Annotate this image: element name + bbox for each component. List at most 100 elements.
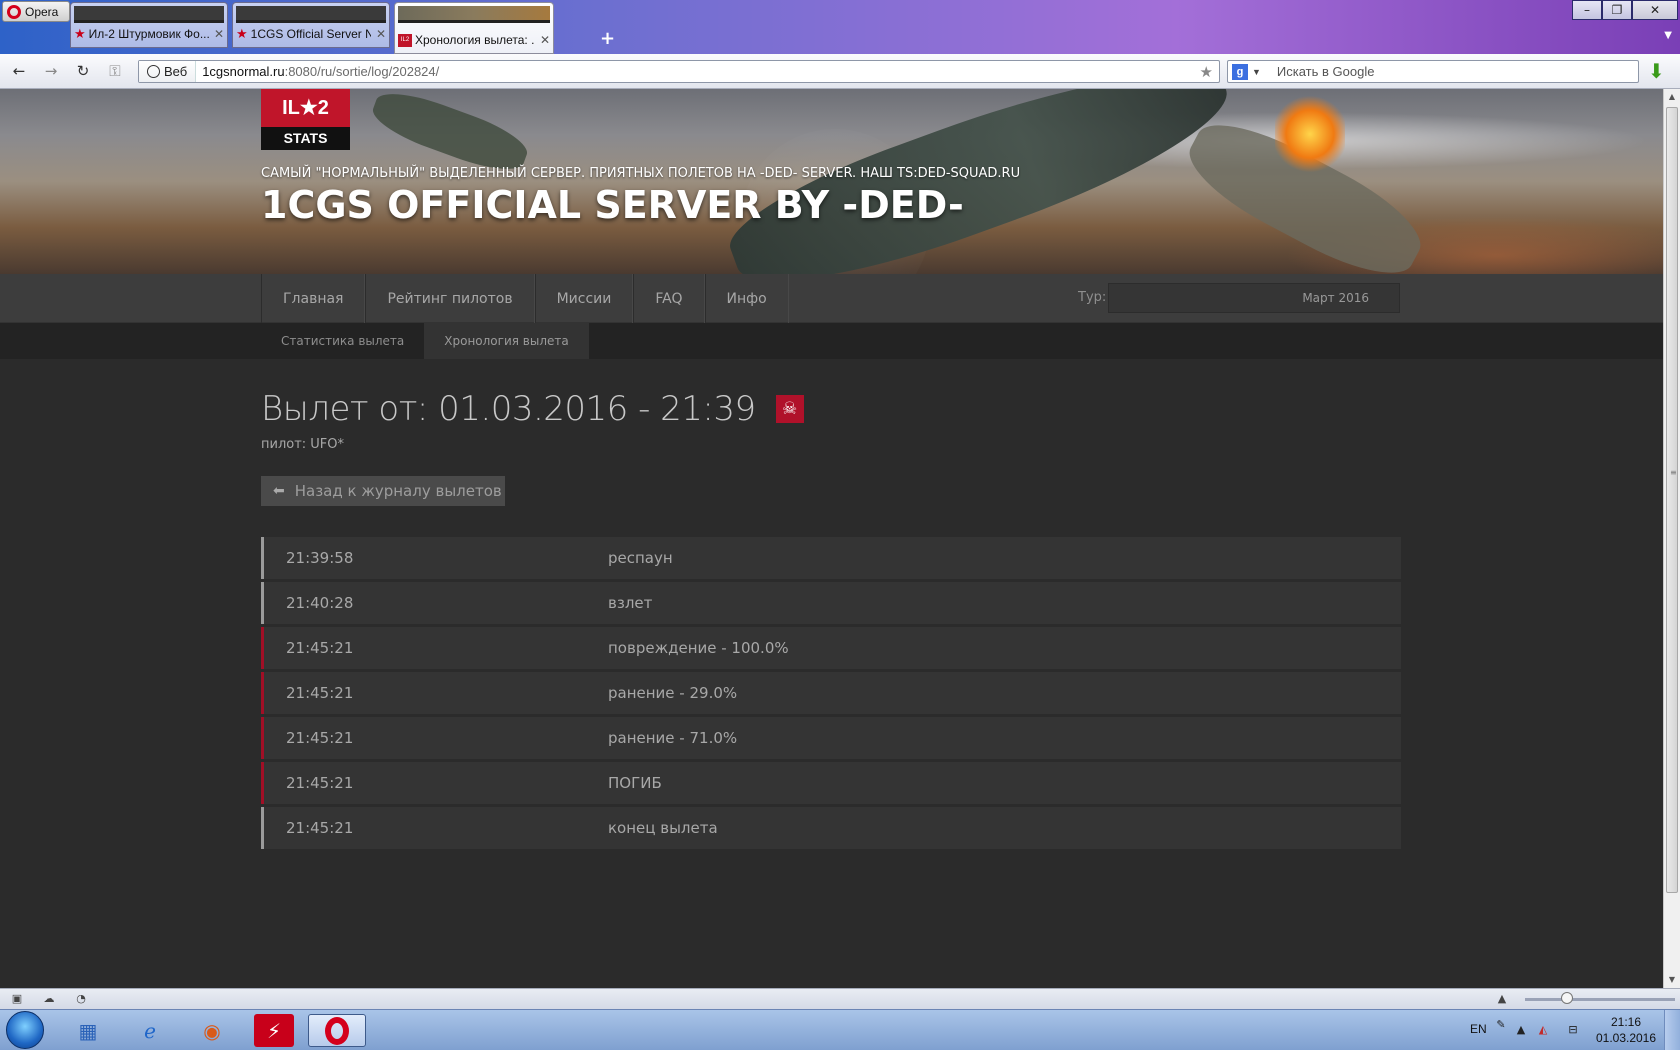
cloud-icon[interactable]: ☁ [42, 992, 56, 1006]
star-favicon-icon: ★ [74, 26, 86, 41]
speedometer-icon[interactable]: ◔ [74, 992, 88, 1006]
flash-app-icon[interactable]: ⚡ [254, 1014, 294, 1047]
tour-select[interactable]: Март 2016 [1108, 283, 1400, 313]
event-row: 21:39:58 респаун [261, 537, 1401, 579]
forward-arrow-icon[interactable]: → [40, 60, 62, 82]
url-host: 1cgsnormal.ru [202, 64, 285, 79]
clock-time: 21:16 [1610, 1015, 1642, 1029]
search-engine-chevron-icon[interactable]: ▼ [1252, 67, 1261, 77]
back-arrow-icon[interactable]: ← [8, 60, 30, 82]
logo-top-text: IL★2 [261, 89, 350, 127]
back-to-sortie-log-button[interactable]: ⬅ Назад к журналу вылетов [261, 476, 505, 506]
tab-title: Хронология вылета: ... [415, 33, 535, 47]
show-desktop-button[interactable] [1664, 1010, 1680, 1050]
browser-tab-strip: Opera ★ Ил-2 Штурмовик Фо... ✕ ★ 1CGS Of… [0, 0, 1680, 54]
nav-faq[interactable]: FAQ [633, 274, 705, 323]
calculator-icon[interactable]: ▦ [68, 1014, 108, 1047]
opera-menu-label: Opera [25, 4, 59, 19]
nav-missions[interactable]: Миссии [534, 274, 634, 323]
clock-date: 01.03.2016 [1595, 1031, 1657, 1045]
browser-tab-1[interactable]: ★ Ил-2 Штурмовик Фо... ✕ [70, 2, 228, 48]
event-time: 21:45:21 [286, 774, 354, 792]
tab-close-icon[interactable]: ✕ [376, 27, 386, 41]
google-search-engine-icon[interactable]: g [1232, 63, 1248, 80]
back-button-label: Назад к журналу вылетов [294, 482, 502, 500]
tab-sortie-timeline[interactable]: Хронология вылета [424, 323, 589, 359]
event-description: респаун [608, 549, 673, 567]
minimize-button[interactable]: – [1572, 0, 1602, 20]
browser-tab-2[interactable]: ★ 1CGS Official Server N... ✕ [232, 2, 390, 48]
event-description: конец вылета [608, 819, 718, 837]
reload-icon[interactable]: ↻ [72, 60, 94, 82]
scroll-up-arrow-icon[interactable]: ▲ [1666, 91, 1678, 103]
tab-close-icon[interactable]: ✕ [214, 27, 224, 41]
windows-taskbar: ▦ ℯ ◉ ⚡ EN ✎ ▲ ◭ ⊟ 21:16 01.03.2016 [0, 1009, 1680, 1050]
opera-taskbar-icon[interactable] [308, 1014, 366, 1047]
nav-pilot-rating[interactable]: Рейтинг пилотов [365, 274, 535, 323]
zoom-slider[interactable] [1525, 998, 1675, 1001]
opera-menu-button[interactable]: Opera [2, 1, 70, 22]
site-info-badge[interactable]: Веб [139, 61, 197, 82]
key-icon[interactable]: ⚿ [104, 60, 126, 82]
tray-expand-chevron-icon[interactable]: ▲ [1514, 1023, 1528, 1037]
banner-fire-image [1275, 94, 1345, 174]
opera-logo-icon [7, 4, 21, 19]
search-input[interactable]: g ▼ Искать в Google [1227, 60, 1639, 83]
event-row: 21:45:21 конец вылета [261, 807, 1401, 849]
page-scrollbar[interactable]: ▲ ≡ ▼ [1663, 89, 1680, 988]
keyboard-layout-icon[interactable]: ✎ [1494, 1018, 1508, 1032]
scroll-down-arrow-icon[interactable]: ▼ [1666, 974, 1678, 986]
event-description: ранение - 71.0% [608, 729, 738, 747]
event-row: 21:45:21 ПОГИБ [261, 762, 1401, 804]
tab-title: 1CGS Official Server N... [250, 27, 371, 41]
bookmark-star-icon[interactable]: ★ [1200, 63, 1213, 81]
site-tagline: САМЫЙ "НОРМАЛЬНЫЙ" ВЫДЕЛЕННЫЙ СЕРВЕР. ПР… [261, 166, 1021, 181]
tab-list-chevron-icon[interactable]: ▼ [1664, 30, 1672, 41]
il2-favicon-icon: IL2 [398, 33, 412, 47]
logo-bottom-text: STATS [283, 130, 328, 146]
sortie-heading: Вылет от: 01.03.2016 - 21:39 ☠ [261, 389, 804, 429]
tab-thumbnail [398, 6, 550, 23]
globe-icon [147, 65, 160, 78]
scroll-thumb[interactable]: ≡ [1666, 107, 1678, 893]
pilot-name: пилот: UFO* [261, 437, 345, 452]
site-header-banner: IL★2 STATS САМЫЙ "НОРМАЛЬНЫЙ" ВЫДЕЛЕННЫЙ… [0, 89, 1663, 319]
browser-tab-3-active[interactable]: IL2 Хронология вылета: ... ✕ [394, 2, 554, 54]
event-row: 21:40:28 взлет [261, 582, 1401, 624]
event-time: 21:45:21 [286, 639, 354, 657]
close-window-button[interactable]: ✕ [1632, 0, 1678, 20]
main-navigation: Главная Рейтинг пилотов Миссии FAQ Инфо … [0, 274, 1663, 323]
game-launcher-icon[interactable]: ◉ [192, 1014, 232, 1047]
tab-sortie-stats[interactable]: Статистика вылета [261, 323, 424, 359]
tray-app-icon[interactable]: ◭ [1536, 1023, 1550, 1037]
nav-home[interactable]: Главная [261, 274, 366, 323]
language-indicator[interactable]: EN [1470, 1022, 1487, 1036]
network-icon[interactable]: ⊟ [1566, 1023, 1580, 1037]
tour-label: Тур: [1078, 290, 1107, 305]
tab-close-icon[interactable]: ✕ [540, 33, 550, 47]
panel-toggle-icon[interactable]: ▣ [10, 992, 24, 1006]
site-info-label: Веб [164, 64, 188, 79]
event-time: 21:45:21 [286, 819, 354, 837]
address-bar[interactable]: Веб 1cgsnormal.ru:8080/ru/sortie/log/202… [138, 60, 1220, 83]
zoom-menu-chevron-icon[interactable]: ▲ [1495, 992, 1509, 1006]
event-time: 21:40:28 [286, 594, 354, 612]
event-row: 21:45:21 повреждение - 100.0% [261, 627, 1401, 669]
internet-explorer-icon[interactable]: ℯ [130, 1014, 170, 1047]
event-description: ранение - 29.0% [608, 684, 738, 702]
new-tab-plus-icon[interactable]: + [600, 28, 615, 49]
il2-stats-logo[interactable]: IL★2 STATS [261, 89, 350, 150]
sortie-subnavigation: Статистика вылета Хронология вылета [0, 323, 1663, 359]
tab-thumbnail [236, 6, 386, 23]
restore-button[interactable]: ❐ [1602, 0, 1632, 20]
nav-info[interactable]: Инфо [704, 274, 789, 323]
windows-start-button[interactable] [6, 1011, 44, 1049]
browser-navigation-bar: ← → ↻ ⚿ Веб 1cgsnormal.ru:8080/ru/sortie… [0, 54, 1680, 89]
event-description: повреждение - 100.0% [608, 639, 789, 657]
page-title: Вылет от: 01.03.2016 - 21:39 [261, 389, 756, 429]
browser-status-bar: ▣ ☁ ◔ ▲ [0, 988, 1680, 1009]
zoom-slider-knob[interactable] [1561, 992, 1573, 1004]
system-clock[interactable]: 21:16 01.03.2016 [1592, 1014, 1660, 1046]
download-arrow-icon[interactable]: ⬇ [1648, 60, 1670, 82]
url-text[interactable]: 1cgsnormal.ru:8080/ru/sortie/log/202824/ [196, 64, 439, 79]
